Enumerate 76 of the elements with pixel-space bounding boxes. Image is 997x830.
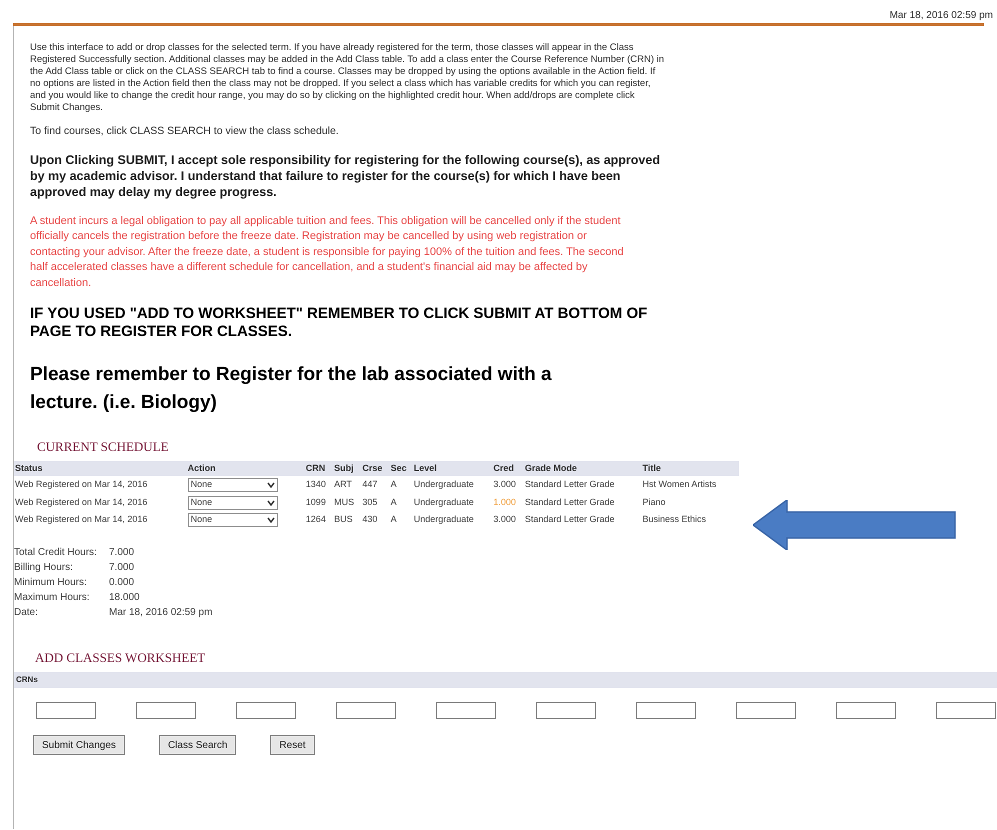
summary-value: 7.000 (109, 560, 134, 575)
crn-input-field[interactable] (636, 702, 696, 720)
summary-value: 18.000 (109, 590, 140, 605)
table-cell: Undergraduate (414, 514, 474, 524)
table-cell: A (390, 479, 397, 490)
table-cell: Undergraduate (414, 479, 474, 490)
table-cell: Piano (642, 496, 666, 507)
crn-input-field[interactable] (336, 702, 396, 720)
summary-value: 0.000 (109, 576, 134, 590)
crns-label: CRNs (16, 674, 38, 686)
table-cell: 447 (362, 479, 378, 490)
table-cell: Web Registered on Mar 14, 2016 (15, 479, 148, 490)
action-dropdown[interactable]: None (188, 496, 278, 510)
column-header: Action (186, 460, 305, 476)
table-cell: MUS (334, 496, 354, 507)
chevron-down-icon (266, 500, 275, 506)
crn-input-field[interactable] (236, 702, 296, 720)
table-cell: 1264 (306, 514, 326, 524)
table-cell: Undergraduate (414, 496, 474, 507)
summary-value: 7.000 (109, 546, 134, 560)
form-button[interactable]: Class Search (158, 735, 236, 756)
column-header: Level (412, 460, 492, 476)
table-cell: A (390, 496, 397, 507)
instruction-text: To find courses, click CLASS SEARCH to view the class schedule. (30, 124, 340, 139)
crn-input-field[interactable] (436, 702, 496, 720)
summary-value: Mar 18, 2016 02:59 pm (109, 606, 212, 620)
header-date: Mar 18, 2016 02:59 pm (890, 9, 993, 22)
column-header: Grade Mode (524, 460, 642, 476)
table-cell: Business Ethics (642, 514, 706, 524)
table-cell: Standard Letter Grade (524, 479, 614, 490)
crn-input-field[interactable] (536, 702, 596, 720)
obligation-paragraph: A student incurs a legal obligation to pay all applicable tuition and fees. This obligation will be cancelled only if the student officially cancels the registration before the freeze date. Registration may be cancelled by using web registration or contacting your advisor. After the freeze date, a student is responsible for paying 100% of the tuition and fees. The second half accelerated classes have a different schedule for cancellation, and a student's financial aid may be affected by cancellation. (30, 214, 625, 291)
table-cell: Standard Letter Grade (524, 496, 614, 507)
table-cell: 1099 (306, 496, 326, 507)
worksheet-notice: IF YOU USED "ADD TO WORKSHEET" REMEMBER TO CLICK SUBMIT AT BOTTOM OF PAGE TO REGISTER FOR CLASSES. (30, 305, 648, 342)
crn-input-field[interactable] (936, 702, 996, 720)
arrow-icon (753, 500, 957, 550)
chevron-down-icon (266, 482, 275, 488)
table-cell: Web Registered on Mar 14, 2016 (15, 514, 148, 524)
table-cell: 430 (362, 514, 378, 524)
form-button[interactable]: Reset (270, 735, 315, 756)
column-header: Cred (492, 460, 524, 476)
column-header: CRN (304, 460, 334, 476)
table-cell: 3.000 (493, 514, 516, 524)
column-header: Crse (361, 460, 390, 476)
summary-label: Maximum Hours: (14, 590, 91, 605)
table-cell: 3.000 (493, 479, 516, 490)
chevron-down-icon (266, 517, 275, 523)
table-cell: Hst Women Artists (642, 479, 716, 490)
summary-label: Minimum Hours: (14, 576, 88, 590)
summary-label: Total Credit Hours: (14, 546, 98, 560)
table-cell: Standard Letter Grade (524, 514, 614, 524)
summary-label: Date: (14, 606, 39, 620)
crn-input-field[interactable] (836, 702, 896, 720)
table-cell: Web Registered on Mar 14, 2016 (15, 496, 148, 507)
column-header: Sec (390, 460, 413, 476)
action-dropdown[interactable]: None (188, 478, 278, 492)
intro-paragraph: Use this interface to add or drop classes for the selected term. If you have already registered for the term, those classes will appear in the Class Registered Successfully section. Additional classes may be added in the Add Class table. To add a class enter the Course Reference Number (CRN) in the Add Class table or click on the CLASS SEARCH tab to find a course. Classes may be dropped by using the options available in the Action field. If no options are listed in the Action field then the class may not be dropped. If you select a class which has variable credits for which you can register, and you would like to change the credit hour range, you may do so by clicking on the highlighted credit hour. When add/drops are complete click Submit Changes. (30, 42, 665, 114)
column-header: Subj (333, 460, 362, 476)
summary-label: Billing Hours: (14, 560, 74, 575)
lab-notice: Please remember to Register for the lab associated with a lecture. (i.e. Biology) (30, 363, 553, 416)
crn-input-field[interactable] (36, 702, 96, 720)
section-heading: CURRENT SCHEDULE (37, 438, 170, 456)
acknowledgement-paragraph: Upon Clicking SUBMIT, I accept sole responsibility for registering for the following course(s), as approved by my academic advisor. I understand that failure to register for the course(s) for which I have been approved may delay my degree progress. (30, 152, 661, 200)
section-heading: ADD CLASSES WORKSHEET (35, 648, 206, 667)
crn-input-field[interactable] (736, 702, 796, 720)
table-cell: 1340 (306, 479, 326, 490)
action-dropdown[interactable]: None (188, 513, 278, 527)
table-cell: 305 (362, 496, 378, 507)
column-header: Status (14, 460, 187, 476)
column-header: Title (642, 460, 739, 476)
table-cell: ART (334, 479, 352, 490)
table-cell: A (390, 514, 397, 524)
crn-input-field[interactable] (136, 702, 196, 720)
table-cell: BUS (334, 514, 353, 524)
form-button[interactable]: Submit Changes (33, 735, 125, 756)
